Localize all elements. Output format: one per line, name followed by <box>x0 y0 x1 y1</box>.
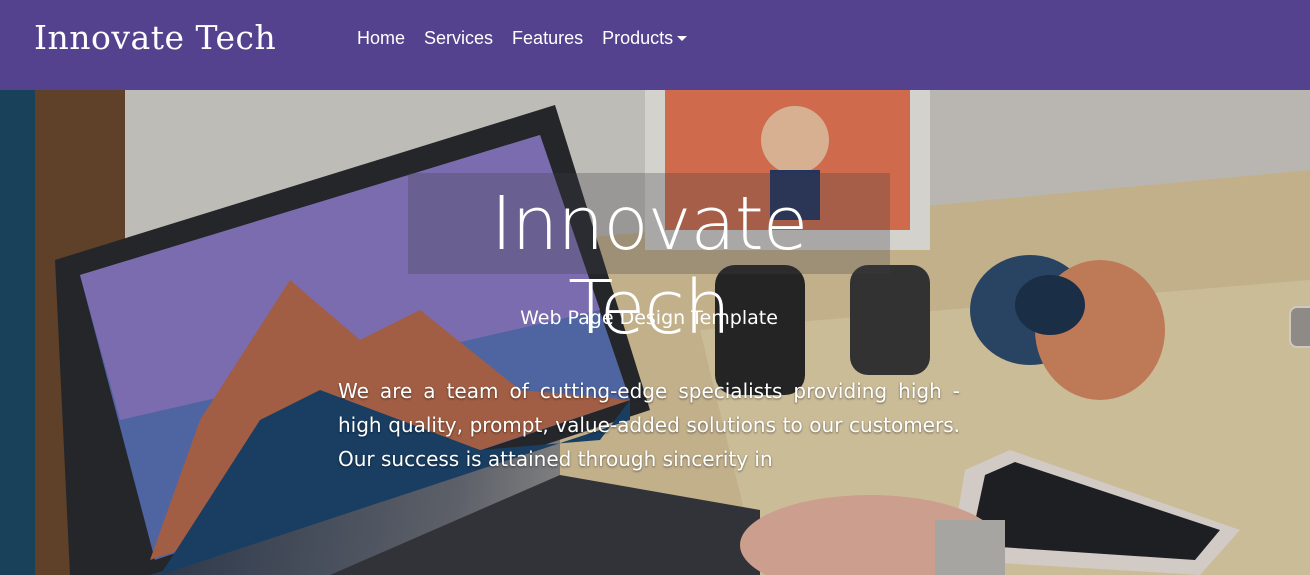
brand-logo[interactable]: Innovate Tech <box>34 18 276 57</box>
hero-description: We are a team of cutting-edge specialist… <box>338 379 960 471</box>
hero-subtitle: Web Page Design Template <box>520 307 778 329</box>
nav-link-home[interactable]: Home <box>357 28 405 49</box>
nav-link-products-label: Products <box>602 28 674 48</box>
nav-link-products[interactable]: Products <box>602 28 688 49</box>
nav-links: Home Services Features Products <box>357 28 706 49</box>
caret-down-icon <box>677 36 688 41</box>
nav-link-features[interactable]: Features <box>512 28 583 49</box>
nav-link-services[interactable]: Services <box>424 28 493 49</box>
top-navbar: Innovate Tech Home Services Features Pro… <box>0 0 1310 90</box>
layers-icon[interactable] <box>1289 306 1310 348</box>
